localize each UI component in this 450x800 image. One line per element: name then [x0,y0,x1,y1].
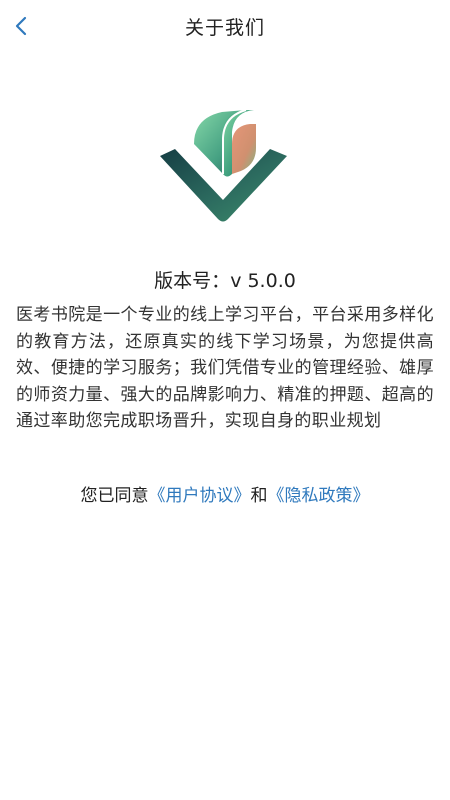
agreement-conjunction: 和 [250,486,268,506]
user-agreement-link[interactable]: 《用户协议》 [149,486,251,506]
agreement-notice: 您已同意《用户协议》和《隐私政策》 [0,481,450,506]
version-value: v 5.0.0 [230,270,296,292]
version-label: 版本号： [154,270,231,292]
agreement-prefix: 您已同意 [80,486,149,506]
navigation-bar: 关于我们 [0,0,450,52]
version-info: 版本号：v 5.0.0 [0,266,450,293]
app-description: 医考书院是一个专业的线上学习平台，平台采用多样化的教育方法，还原真实的线下学习场… [16,305,434,431]
page-title: 关于我们 [184,17,265,39]
privacy-policy-link[interactable]: 《隐私政策》 [268,486,370,506]
app-logo [150,104,300,234]
